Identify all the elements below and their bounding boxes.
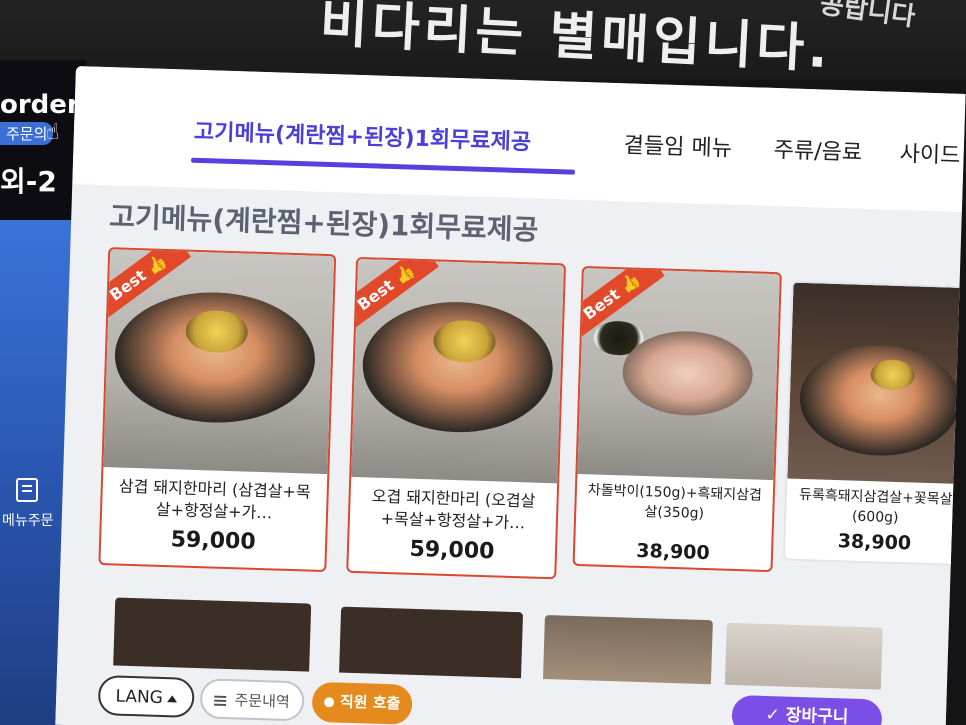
product-name: 오겹 돼지한마리 (오겹살+목살+항정살+가… [371,486,536,533]
product-card[interactable]: Best 👍 삼겹 돼지한마리 (삼겹살+목살+항정살+가… 59,000 [98,247,337,573]
product-image [787,282,966,485]
list-icon [214,699,227,702]
call-staff-label: 직원 호출 [339,692,401,713]
order-history-label: 주문내역 [234,691,291,712]
product-name: 삼겹 돼지한마리 (삼겹살+목살+항정살+가… [118,476,311,523]
grill-pan-image [360,299,555,436]
cart-button[interactable]: ✓ 장바구니 [731,694,883,725]
tab-meat-menu[interactable]: 고기메뉴(계란찜+된장)1회무료제공 [194,114,532,157]
menu-order-label[interactable]: 메뉴주문 [2,510,54,530]
product-name: 듀록흑돼지삼겹살+꽃목살(600g) [798,486,953,527]
order-history-button[interactable]: 주문내역 [199,678,305,722]
product-price: 59,000 [409,536,495,565]
call-staff-button[interactable]: 직원 호출 [311,681,413,725]
sign-text: 비다리는 별매입니다. [318,0,834,81]
product-card[interactable]: Best 👍 오겹 돼지한마리 (오겹살+목살+항정살+가… 59,000 [346,256,567,580]
section-title: 고기메뉴(계란찜+된장)1회무료제공 [108,200,539,247]
product-card[interactable]: 듀록흑돼지삼겹살+꽃목살(600g) 38,900 [782,280,966,567]
active-tab-indicator [191,157,575,175]
category-tab-bar: 고기메뉴(계란찜+된장)1회무료제공 곁들임 메뉴 주류/음료 사이드 [72,66,966,212]
person-icon [323,696,335,707]
cart-label: 장바구니 [785,705,849,725]
product-price: 59,000 [170,527,256,555]
tab-drinks[interactable]: 주류/음료 [773,132,862,167]
product-price: 38,900 [636,539,711,565]
product-card[interactable]: Best 👍 차돌박이(150g)+흑돼지삼겹살(350g) 38,900 [572,265,782,573]
tab-sides[interactable]: 사이드 [899,136,961,170]
kiosk-screen: 고기메뉴(계란찜+된장)1회무료제공 곁들임 메뉴 주류/음료 사이드 고기메뉴… [55,66,966,725]
table-number: 외-2 [0,165,57,198]
product-price: 38,900 [837,530,912,555]
tab-side-dishes[interactable]: 곁들임 메뉴 [623,127,732,162]
grill-pan-image [798,342,962,458]
brand-logo-text: order [0,90,80,120]
caret-up-icon [166,694,177,702]
hand-pointer-icon: ☝ [46,120,60,145]
meat-plate-image [621,329,754,418]
menu-order-icon[interactable] [16,478,38,502]
language-button[interactable]: LANG [97,675,195,719]
language-label: LANG [115,686,164,709]
check-icon: ✓ [765,704,781,725]
product-name: 차돌박이(150g)+흑돼지삼겹살(350g) [587,482,763,522]
